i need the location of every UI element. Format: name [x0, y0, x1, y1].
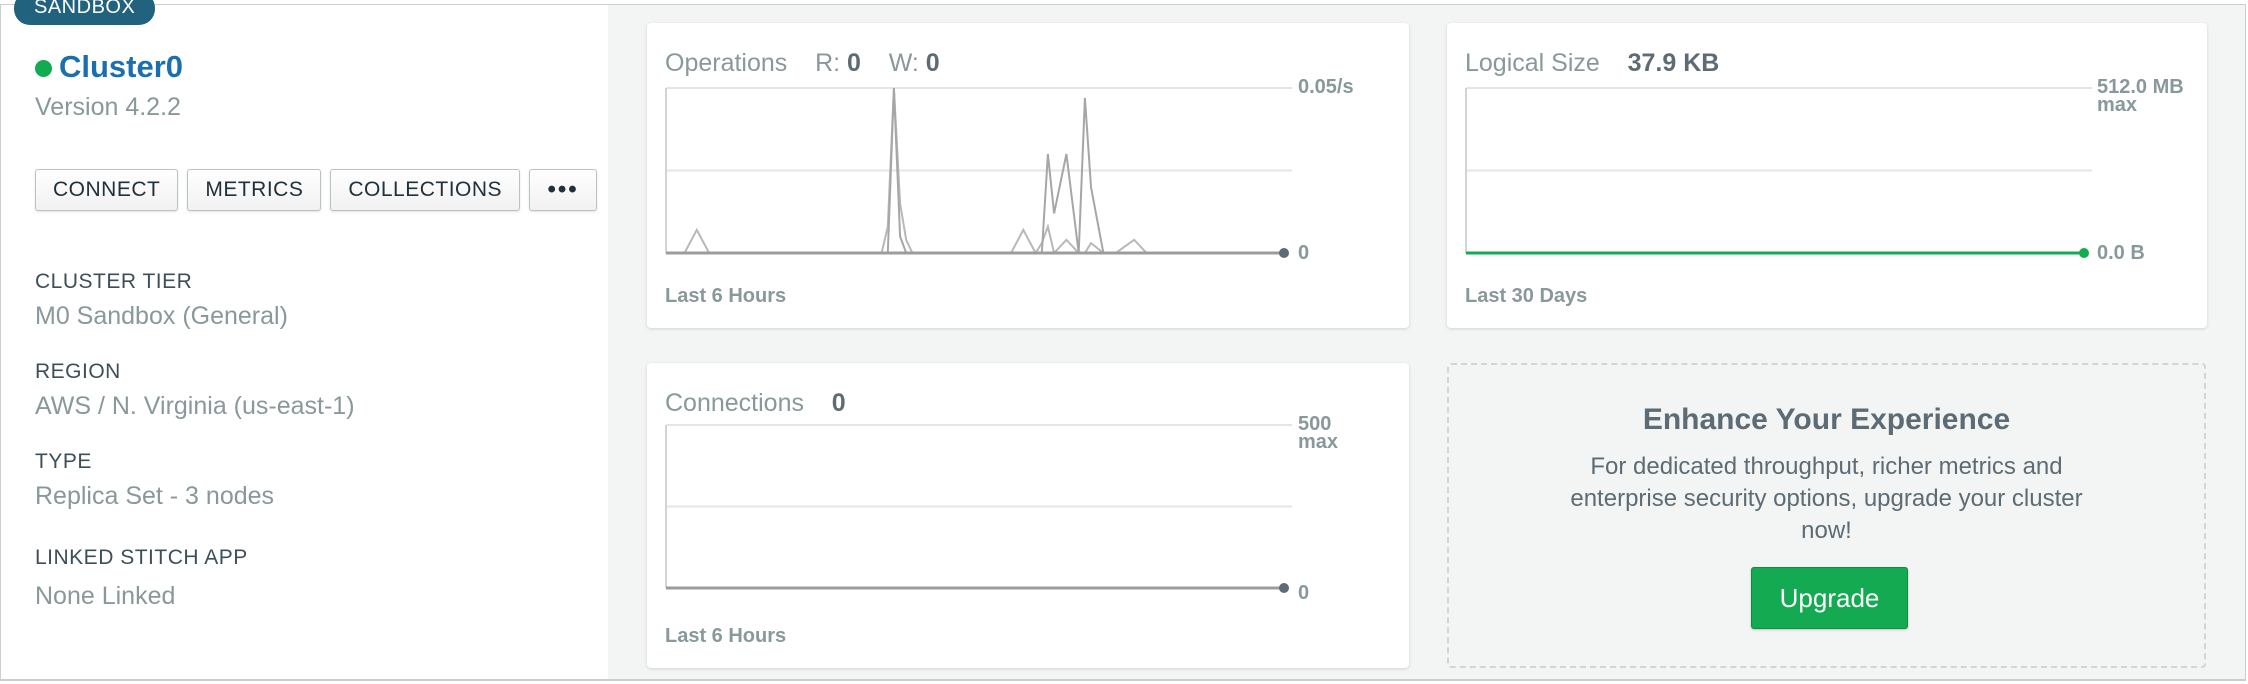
connect-button[interactable]: CONNECT: [35, 169, 179, 211]
cluster-panel: Cluster0 Version 4.2.2 CONNECT METRICS C…: [0, 4, 2246, 681]
operations-min-label: 0: [1298, 242, 1310, 264]
linked-stitch-app-value: None Linked: [35, 582, 176, 610]
collections-button[interactable]: COLLECTIONS: [330, 169, 521, 211]
cluster-info-panel: Cluster0 Version 4.2.2 CONNECT METRICS C…: [1, 5, 608, 679]
cluster-version: Version 4.2.2: [35, 93, 181, 121]
connections-end-dot: [1279, 583, 1289, 593]
connections-card[interactable]: Connections 0 500 max 0 Last 6 Hours: [647, 363, 1409, 668]
region-label: REGION: [35, 360, 121, 383]
linked-stitch-app-label: LINKED STITCH APP: [35, 546, 248, 569]
logical-size-card[interactable]: Logical Size 37.9 KB 512.0 MB max 0.0 B …: [1447, 23, 2207, 328]
cluster-tier-value: M0 Sandbox (General): [35, 302, 288, 330]
cluster-actions: CONNECT METRICS COLLECTIONS •••: [35, 169, 598, 211]
logical-size-footer: Last 30 Days: [1465, 285, 1588, 307]
logical-size-chart: [1465, 87, 2092, 258]
logical-size-min-label: 0.0 B: [2097, 242, 2145, 264]
sandbox-badge: SANDBOX: [14, 0, 156, 25]
type-value: Replica Set - 3 nodes: [35, 482, 275, 510]
cluster-tier-label: CLUSTER TIER: [35, 270, 193, 293]
promo-body: For dedicated throughput, richer metrics…: [1570, 453, 2083, 544]
promo-title: Enhance Your Experience: [1642, 403, 2011, 436]
metrics-button[interactable]: METRICS: [187, 169, 322, 211]
upgrade-promo: Enhance Your Experience For dedicated th…: [1447, 363, 2206, 668]
operations-end-dot: [1279, 248, 1289, 258]
cluster-name-row: Cluster0: [35, 49, 183, 85]
type-label: TYPE: [35, 450, 92, 473]
operations-footer: Last 6 Hours: [665, 285, 787, 307]
connections-min-label: 0: [1298, 582, 1310, 604]
connections-max-sub: max: [1298, 431, 1339, 453]
operations-card[interactable]: Operations R: 0 W: 0 0.05/s 0 Last 6 Hou…: [647, 23, 1409, 328]
cluster-name-link[interactable]: Cluster0: [59, 49, 183, 85]
operations-max-label: 0.05/s: [1298, 76, 1354, 98]
connections-max-label: 500 max: [1298, 414, 1339, 453]
more-options-button[interactable]: •••: [529, 169, 598, 211]
connections-chart: [665, 424, 1292, 593]
logical-size-end-dot: [2079, 248, 2089, 258]
operations-chart: [665, 87, 1292, 258]
upgrade-button[interactable]: Upgrade: [1751, 567, 1908, 629]
logical-size-max-label: 512.0 MB max: [2097, 78, 2197, 114]
logical-size-max-sub: max: [2097, 94, 2138, 114]
connections-footer: Last 6 Hours: [665, 625, 787, 647]
region-value: AWS / N. Virginia (us-east-1): [35, 392, 355, 420]
status-dot-icon: [35, 59, 52, 77]
